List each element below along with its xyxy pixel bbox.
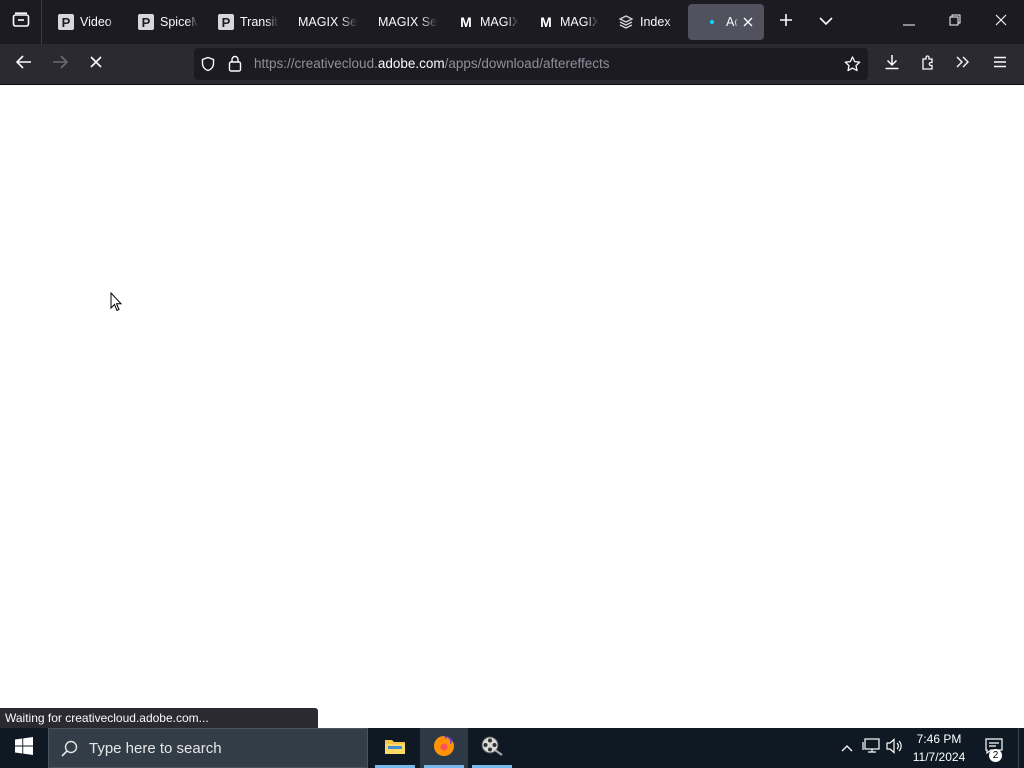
- taskbar-search-box[interactable]: Type here to search: [48, 728, 368, 768]
- show-hidden-icons-button[interactable]: [836, 728, 858, 768]
- mouse-cursor-icon: [110, 291, 123, 317]
- tab-title: Ado: [726, 15, 738, 29]
- tab-favicon-m-icon: M: [540, 14, 552, 30]
- close-window-button[interactable]: [978, 0, 1024, 44]
- stop-x-icon: [90, 55, 102, 73]
- network-icon: [862, 737, 880, 759]
- speaker-icon: [886, 737, 904, 759]
- double-chevron-right-icon: [956, 55, 970, 73]
- taskbar-clock[interactable]: 7:46 PM 11/7/2024: [904, 730, 974, 766]
- tab-loading-icon: [704, 14, 720, 30]
- tab-magix-2[interactable]: M MAGIX: [522, 4, 598, 40]
- url-host: adobe.com: [377, 56, 445, 71]
- close-icon: [995, 13, 1007, 31]
- restore-button[interactable]: [932, 0, 978, 44]
- tab-title: SpiceM: [160, 15, 198, 29]
- clock-date: 11/7/2024: [912, 750, 966, 764]
- tab-title: MAGIX Ser: [298, 15, 358, 29]
- tab-transit[interactable]: P Transit: [202, 4, 278, 40]
- tab-title: MAGIX: [480, 15, 518, 29]
- address-bar[interactable]: https://creativecloud.adobe.com/apps/dow…: [194, 48, 868, 80]
- new-tab-button[interactable]: [770, 6, 802, 38]
- tab-favicon-p-icon: P: [218, 14, 234, 30]
- firefox-view-icon: [12, 11, 30, 33]
- overflow-button[interactable]: [947, 48, 979, 80]
- tab-favicon-stack-icon: [618, 14, 634, 30]
- windows-logo-icon: [15, 736, 33, 760]
- tab-index[interactable]: Index: [602, 4, 678, 40]
- taskbar: Type here to search 7:46 PM 11/7/2024 2: [0, 728, 1024, 768]
- tab-title: Index: [640, 15, 671, 29]
- tab-magix-ser-1[interactable]: MAGIX Ser: [282, 4, 358, 40]
- tab-title: MAGIX Ser: [378, 15, 438, 29]
- chevron-up-icon: [841, 739, 853, 757]
- chevron-down-icon: [819, 13, 833, 31]
- folder-icon: [384, 737, 406, 760]
- forward-button[interactable]: [44, 48, 76, 80]
- tab-magix-1[interactable]: M MAGIX: [442, 4, 518, 40]
- tab-favicon-m-icon: M: [460, 14, 472, 30]
- taskbar-video-app[interactable]: [468, 728, 516, 768]
- tracking-shield-icon[interactable]: [200, 56, 216, 77]
- bookmark-star-icon[interactable]: [844, 56, 861, 77]
- page-content-area[interactable]: [0, 85, 1024, 728]
- url-subdomain: creativecloud.: [294, 56, 378, 71]
- volume-tray-button[interactable]: [884, 728, 906, 768]
- stop-loading-button[interactable]: [80, 48, 112, 80]
- tab-title: Transit: [240, 15, 278, 29]
- app-menu-button[interactable]: [984, 48, 1016, 80]
- list-all-tabs-button[interactable]: [810, 6, 842, 38]
- firefox-view-button[interactable]: [0, 0, 42, 44]
- minimize-icon: [903, 13, 915, 31]
- url-scheme: https://: [254, 56, 295, 71]
- tab-close-icon[interactable]: [738, 12, 758, 32]
- tab-spicem[interactable]: P SpiceM: [122, 4, 198, 40]
- show-desktop-button[interactable]: [1018, 728, 1024, 768]
- tab-video[interactable]: P Video: [42, 4, 118, 40]
- action-center-button[interactable]: 2: [976, 728, 1012, 768]
- url-path: /apps/download/aftereffects: [444, 56, 610, 71]
- plus-icon: [779, 13, 793, 32]
- downloads-button[interactable]: [876, 48, 908, 80]
- tab-title: Video: [80, 15, 112, 29]
- search-icon: [61, 740, 78, 762]
- hamburger-menu-icon: [993, 55, 1007, 73]
- tab-adobe-active[interactable]: Ado: [688, 4, 764, 40]
- arrow-left-icon: [15, 54, 32, 74]
- url-text[interactable]: https://creativecloud.adobe.com/apps/dow…: [254, 56, 610, 71]
- tab-favicon-p-icon: P: [58, 14, 74, 30]
- tab-favicon-p-icon: P: [138, 14, 154, 30]
- back-button[interactable]: [8, 48, 40, 80]
- network-tray-button[interactable]: [860, 728, 882, 768]
- tab-title: MAGIX: [560, 15, 598, 29]
- search-placeholder: Type here to search: [89, 740, 222, 757]
- download-icon: [884, 54, 900, 75]
- minimize-button[interactable]: [886, 0, 932, 44]
- puzzle-icon: [920, 54, 936, 75]
- tab-magix-ser-2[interactable]: MAGIX Ser: [362, 4, 438, 40]
- restore-icon: [949, 13, 961, 31]
- lock-icon[interactable]: [228, 55, 242, 77]
- tab-strip: P Video P SpiceM P Transit MAGIX Ser MAG…: [0, 0, 1024, 44]
- firefox-icon: [432, 734, 456, 763]
- arrow-right-icon: [52, 54, 69, 74]
- taskbar-file-explorer[interactable]: [371, 728, 419, 768]
- status-panel: Waiting for creativecloud.adobe.com...: [0, 708, 318, 728]
- navigation-toolbar: https://creativecloud.adobe.com/apps/dow…: [0, 44, 1024, 85]
- notification-count-badge: 2: [989, 749, 1002, 762]
- clock-time: 7:46 PM: [916, 732, 962, 746]
- start-button[interactable]: [0, 728, 48, 768]
- film-reel-icon: [480, 735, 504, 762]
- extensions-button[interactable]: [912, 48, 944, 80]
- taskbar-firefox[interactable]: [420, 728, 468, 768]
